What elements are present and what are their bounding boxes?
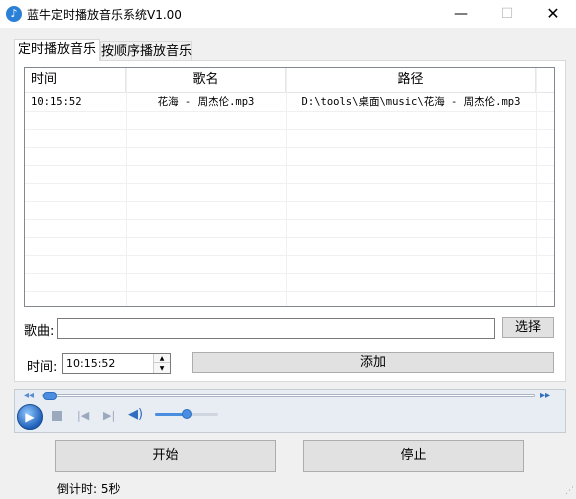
song-label: 歌曲: — [24, 324, 55, 339]
close-button[interactable]: ✕ — [530, 0, 576, 28]
grid-line — [25, 183, 554, 184]
music-note-icon: ♪ — [6, 6, 22, 22]
volume-thumb[interactable] — [181, 409, 192, 419]
play-button[interactable]: ▶ — [17, 404, 43, 430]
schedule-table[interactable]: 时间 歌名 路径 10:15:52 花海 - 周杰伦.mp3 D:\tools\… — [24, 67, 555, 307]
next-icon[interactable]: ▶| — [103, 409, 115, 422]
grid-line — [25, 219, 554, 220]
grid-line — [25, 147, 554, 148]
time-label: 时间: — [27, 360, 58, 375]
maximize-button[interactable]: ☐ — [484, 0, 530, 28]
rewind-icon[interactable]: ◂◂ — [24, 390, 34, 401]
previous-icon[interactable]: |◀ — [77, 409, 89, 422]
grid-line — [25, 273, 554, 274]
spin-down-icon[interactable]: ▼ — [154, 364, 170, 373]
stop-icon[interactable] — [52, 411, 62, 421]
choose-button[interactable]: 选择 — [502, 317, 554, 338]
column-header-name[interactable]: 歌名 — [126, 68, 286, 92]
grid-line — [25, 111, 554, 112]
table-cell-time[interactable]: 10:15:52 — [31, 93, 125, 111]
grid-line — [25, 291, 554, 292]
stop-button[interactable]: 停止 — [303, 440, 524, 472]
column-header-path[interactable]: 路径 — [286, 68, 536, 92]
grid-line — [25, 255, 554, 256]
volume-icon[interactable]: ◀) — [128, 407, 143, 422]
column-header-time[interactable]: 时间 — [25, 68, 126, 92]
tab-scheduled-play[interactable]: 定时播放音乐 — [14, 39, 100, 61]
seek-bar[interactable] — [42, 394, 535, 397]
table-cell-name[interactable]: 花海 - 周杰伦.mp3 — [126, 93, 286, 111]
start-button[interactable]: 开始 — [55, 440, 276, 472]
minimize-button[interactable]: — — [438, 0, 484, 28]
time-spinner[interactable]: ▲ ▼ — [153, 354, 170, 373]
tab-sequential-play[interactable]: 按顺序播放音乐 — [100, 41, 192, 61]
table-cell-path[interactable]: D:\tools\桌面\music\花海 - 周杰伦.mp3 — [286, 93, 536, 111]
grid-line — [25, 237, 554, 238]
grid-line — [25, 165, 554, 166]
spin-up-icon[interactable]: ▲ — [154, 354, 170, 363]
grid-line — [536, 68, 537, 306]
window-title: 蓝牛定时播放音乐系统V1.00 — [27, 8, 182, 22]
seek-thumb[interactable] — [43, 392, 57, 400]
fast-forward-icon[interactable]: ▸▸ — [540, 390, 550, 401]
countdown-status: 倒计时: 5秒 — [57, 482, 121, 496]
add-button[interactable]: 添加 — [192, 352, 554, 373]
song-input[interactable] — [57, 318, 495, 339]
resize-grip-icon[interactable]: ⋰ — [565, 487, 574, 496]
grid-line — [25, 201, 554, 202]
grid-line — [25, 129, 554, 130]
